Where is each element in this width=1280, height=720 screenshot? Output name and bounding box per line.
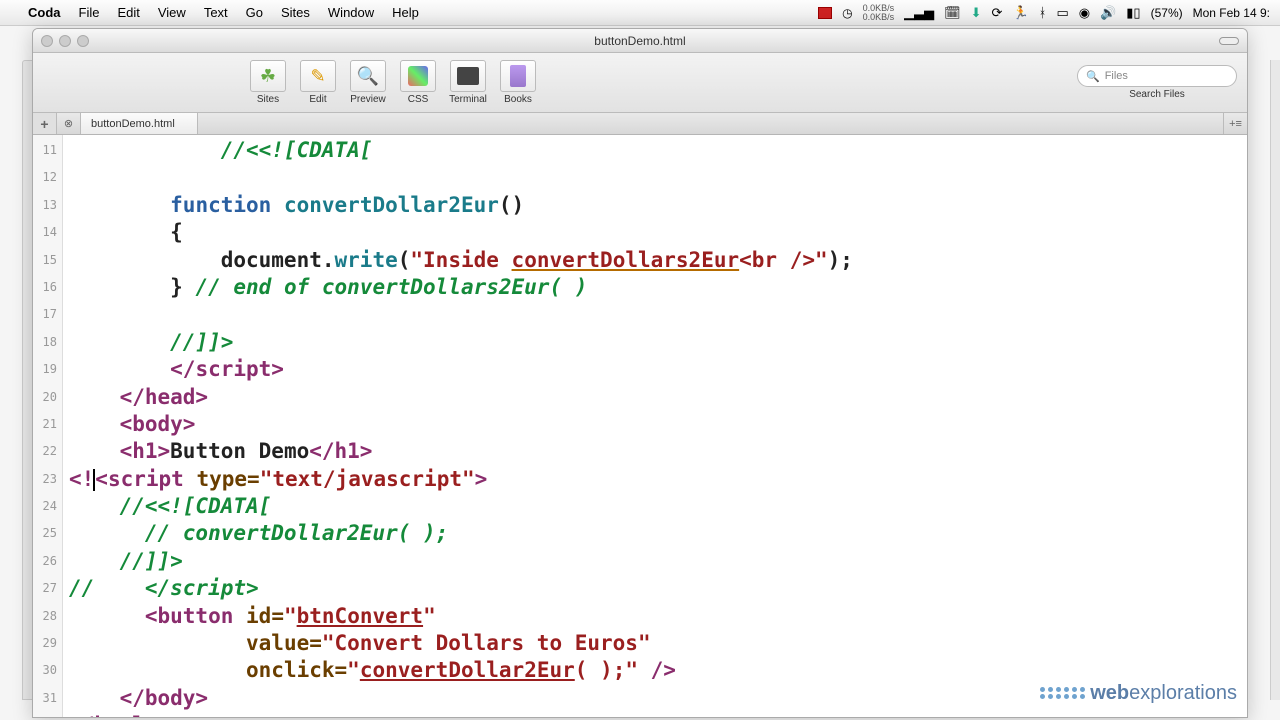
line-number: 13	[33, 192, 62, 219]
clock-icon[interactable]: ◷	[842, 6, 852, 20]
search-label: Search Files	[1129, 89, 1185, 100]
code-line[interactable]: // convertDollar2Eur( );	[63, 520, 1247, 547]
toolbar: ☘ Sites ✎ Edit 🔍 Preview CSS Terminal	[33, 53, 1247, 113]
terminal-button[interactable]: Terminal	[443, 60, 493, 105]
code-line[interactable]: <!<script type="text/javascript">	[63, 466, 1247, 493]
tab-options-button[interactable]: +≡	[1223, 113, 1247, 134]
menu-go[interactable]: Go	[246, 5, 263, 20]
edit-button[interactable]: ✎ Edit	[293, 60, 343, 105]
line-number: 29	[33, 630, 62, 657]
code-line[interactable]: } // end of convertDollars2Eur( )	[63, 274, 1247, 301]
menu-edit[interactable]: Edit	[117, 5, 139, 20]
line-number: 28	[33, 603, 62, 630]
menu-sites[interactable]: Sites	[281, 5, 310, 20]
line-number: 21	[33, 411, 62, 438]
code-line[interactable]: <body>	[63, 411, 1247, 438]
mac-menubar: Coda File Edit View Text Go Sites Window…	[0, 0, 1280, 26]
calendar-icon[interactable]: 🗓	[944, 5, 961, 21]
flag-icon[interactable]	[818, 7, 832, 19]
line-number: 32	[33, 712, 62, 718]
code-line[interactable]: <h1>Button Demo</h1>	[63, 438, 1247, 465]
code-line[interactable]: //<<![CDATA[	[63, 137, 1247, 164]
close-tab-button[interactable]: ⊗	[57, 113, 81, 134]
code-line[interactable]: document.write("Inside convertDollars2Eu…	[63, 247, 1247, 274]
chart-icon[interactable]: ▁▃▅	[904, 5, 934, 21]
sync-down-icon[interactable]: ⬇	[971, 5, 982, 21]
pencil-icon: ✎	[310, 66, 325, 87]
watermark: webexplorations	[1040, 680, 1237, 707]
line-number: 15	[33, 247, 62, 274]
line-number: 23	[33, 466, 62, 493]
line-number: 19	[33, 356, 62, 383]
line-number: 31	[33, 685, 62, 712]
tab-bar: + ⊗ buttonDemo.html +≡	[33, 113, 1247, 135]
books-button[interactable]: Books	[493, 60, 543, 105]
code-area[interactable]: //<<![CDATA[ function convertDollar2Eur(…	[63, 135, 1247, 717]
clock-text[interactable]: Mon Feb 14 9:	[1193, 6, 1270, 20]
code-line[interactable]: <button id="btnConvert"	[63, 603, 1247, 630]
code-line[interactable]: {	[63, 219, 1247, 246]
line-gutter: 1112131415161718192021222324252627282930…	[33, 135, 63, 717]
code-line[interactable]: //]]>	[63, 548, 1247, 575]
code-line[interactable]: </script>	[63, 356, 1247, 383]
book-icon	[510, 65, 526, 87]
coda-window: buttonDemo.html ☘ Sites ✎ Edit 🔍 Preview…	[32, 28, 1248, 718]
app-name[interactable]: Coda	[28, 5, 61, 20]
wifi-icon[interactable]: ◉	[1079, 5, 1090, 21]
preview-button[interactable]: 🔍 Preview	[343, 60, 393, 105]
line-number: 27	[33, 575, 62, 602]
toolbar-toggle-button[interactable]	[1219, 37, 1239, 45]
terminal-icon	[457, 67, 479, 85]
sync-icon[interactable]: ⟳	[992, 5, 1003, 21]
line-number: 16	[33, 274, 62, 301]
palette-icon	[408, 66, 428, 86]
file-tab[interactable]: buttonDemo.html	[81, 113, 198, 134]
line-number: 11	[33, 137, 62, 164]
watermark-text: explorations	[1129, 682, 1237, 704]
line-number: 25	[33, 520, 62, 547]
window-title: buttonDemo.html	[33, 34, 1247, 48]
menu-file[interactable]: File	[79, 5, 100, 20]
menubar-status: ◷ 0.0KB/s 0.0KB/s ▁▃▅ 🗓 ⬇ ⟳ 🏃 ᚼ ▭ ◉ 🔊 ▮▯…	[818, 4, 1270, 22]
menu-view[interactable]: View	[158, 5, 186, 20]
line-number: 26	[33, 548, 62, 575]
code-line[interactable]: </head>	[63, 384, 1247, 411]
code-line[interactable]: //]]>	[63, 329, 1247, 356]
code-line[interactable]: // </script>	[63, 575, 1247, 602]
volume-icon[interactable]: 🔊	[1100, 5, 1116, 21]
battery-percent: (57%)	[1151, 6, 1183, 20]
background-window-right	[1270, 60, 1280, 700]
code-line[interactable]	[63, 164, 1247, 191]
code-line[interactable]: </html>	[63, 712, 1247, 717]
menu-text[interactable]: Text	[204, 5, 228, 20]
magnifier-icon: 🔍	[357, 66, 379, 87]
leaf-icon: ☘	[260, 66, 276, 87]
line-number: 24	[33, 493, 62, 520]
code-line[interactable]: value="Convert Dollars to Euros"	[63, 630, 1247, 657]
line-number: 12	[33, 164, 62, 191]
line-number: 22	[33, 438, 62, 465]
line-number: 18	[33, 329, 62, 356]
code-editor[interactable]: 1112131415161718192021222324252627282930…	[33, 135, 1247, 717]
code-line[interactable]: function convertDollar2Eur()	[63, 192, 1247, 219]
css-button[interactable]: CSS	[393, 60, 443, 105]
code-line[interactable]: //<<![CDATA[	[63, 493, 1247, 520]
display-icon[interactable]: ▭	[1056, 5, 1068, 21]
bluetooth-icon[interactable]: ᚼ	[1039, 5, 1047, 20]
network-stats: 0.0KB/s 0.0KB/s	[863, 4, 895, 22]
search-icon: 🔍	[1086, 70, 1100, 83]
line-number: 14	[33, 219, 62, 246]
code-line[interactable]	[63, 301, 1247, 328]
new-tab-button[interactable]: +	[33, 113, 57, 134]
line-number: 30	[33, 657, 62, 684]
menu-window[interactable]: Window	[328, 5, 374, 20]
line-number: 20	[33, 384, 62, 411]
sites-button[interactable]: ☘ Sites	[243, 60, 293, 105]
menu-help[interactable]: Help	[392, 5, 419, 20]
window-titlebar[interactable]: buttonDemo.html	[33, 29, 1247, 53]
search-input[interactable]: 🔍 Files	[1077, 65, 1237, 87]
runner-icon[interactable]: 🏃	[1012, 5, 1028, 21]
line-number: 17	[33, 301, 62, 328]
battery-icon[interactable]: ▮▯	[1126, 5, 1140, 21]
